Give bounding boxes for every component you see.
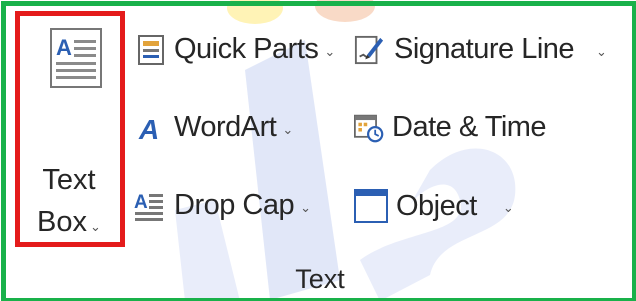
drop-cap-button[interactable]: A Drop Cap ⌄ [134,189,311,222]
svg-text:A: A [56,35,72,60]
quick-parts-button[interactable]: Quick Parts ⌄ [136,33,335,66]
chevron-down-icon[interactable]: ⌄ [596,44,607,60]
chevron-down-icon[interactable]: ⌄ [503,200,514,216]
chevron-down-icon[interactable]: ⌄ [90,219,101,234]
date-time-icon [354,113,384,143]
chevron-down-icon[interactable]: ⌄ [324,44,335,60]
object-label: Object [396,189,477,222]
object-button[interactable]: Object ⌄ [354,189,514,223]
text-box-label-box: Box [37,206,88,238]
signature-line-label: Signature Line [394,33,575,65]
text-box-button[interactable]: A Text Box ⌄ [27,22,111,238]
drop-cap-label: Drop Cap [174,189,295,221]
date-time-label: Date & Time [392,111,547,143]
signature-line-icon [354,35,384,65]
svg-text:A: A [138,114,159,143]
svg-text:A: A [134,192,148,213]
group-label-text: Text [295,264,345,294]
ribbon-stage: A Text Box ⌄ Quick Parts ⌄ A WordArt ⌄ A… [0,0,636,301]
quick-parts-label: Quick Parts [174,33,319,65]
text-box-label-line2: Box ⌄ [27,206,111,239]
signature-line-button[interactable]: Signature Line ⌄ [354,33,607,66]
chevron-down-icon[interactable]: ⌄ [300,200,311,216]
drop-cap-icon: A [134,191,164,221]
date-time-button[interactable]: Date & Time [354,111,547,144]
chevron-down-icon[interactable]: ⌄ [282,122,293,138]
quick-parts-icon [136,34,166,65]
text-box-label-line1: Text [42,164,96,196]
wordart-icon: A [136,113,166,143]
text-box-icon: A [50,28,102,88]
wordart-label: WordArt [174,111,277,143]
wordart-button[interactable]: A WordArt ⌄ [136,111,293,144]
object-icon [354,189,388,223]
